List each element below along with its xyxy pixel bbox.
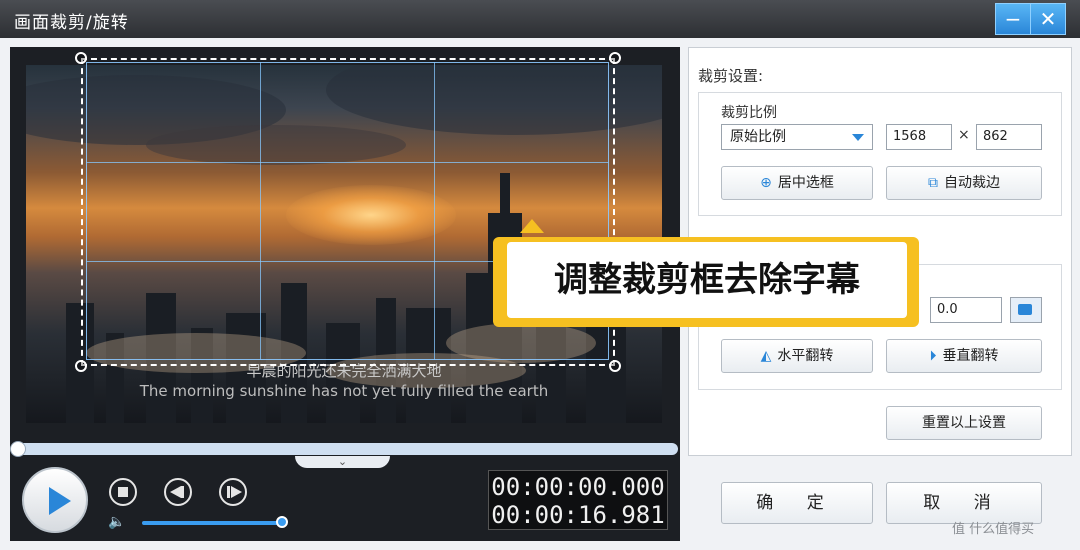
- auto-crop-button[interactable]: ⧉ 自动裁边: [886, 166, 1042, 200]
- volume-icon[interactable]: 🔈: [108, 514, 125, 530]
- crop-handle-top-right[interactable]: [609, 52, 621, 64]
- total-time: 00:00:16.981: [491, 501, 665, 529]
- vertical-flip-button[interactable]: ⏵ 垂直翻转: [886, 339, 1042, 373]
- crop-handle-top-left[interactable]: [75, 52, 87, 64]
- reset-settings-button[interactable]: 重置以上设置: [886, 406, 1042, 440]
- horizontal-flip-button[interactable]: ◭ 水平翻转: [721, 339, 873, 373]
- crop-ratio-select[interactable]: 原始比例: [721, 124, 873, 150]
- vertical-flip-label: 垂直翻转: [942, 348, 999, 364]
- crop-icon: ⧉: [928, 175, 938, 191]
- play-icon: [49, 487, 71, 515]
- crop-grid-line: [434, 62, 435, 360]
- crop-grid-line: [86, 162, 609, 163]
- current-time: 00:00:00.000: [491, 473, 665, 501]
- crop-section-title: 裁剪设置:: [698, 67, 764, 85]
- flip-vertical-icon: ⏵: [929, 348, 937, 364]
- stop-icon: [118, 487, 128, 497]
- callout-text: 调整裁剪框去除字幕: [507, 242, 907, 318]
- ok-button[interactable]: 确 定: [721, 482, 873, 524]
- center-frame-label: 居中选框: [777, 175, 834, 191]
- rotate-icon: [1018, 304, 1032, 315]
- dropdown-arrow-icon: [852, 134, 864, 141]
- window-title: 画面裁剪/旋转: [14, 13, 129, 33]
- crop-handle-bottom-right[interactable]: [609, 360, 621, 372]
- stop-button[interactable]: [109, 478, 137, 506]
- crop-handle-bottom-left[interactable]: [75, 360, 87, 372]
- volume-slider[interactable]: [142, 521, 282, 525]
- seek-knob[interactable]: [10, 441, 26, 457]
- subtitle-english: The morning sunshine has not yet fully f…: [139, 382, 549, 400]
- close-button[interactable]: ✕: [1030, 3, 1066, 35]
- callout-pointer: [520, 219, 544, 233]
- rotate-button[interactable]: [1010, 297, 1042, 323]
- crop-grid-line: [260, 62, 261, 360]
- crop-ratio-value: 原始比例: [730, 129, 786, 145]
- crop-ratio-label: 裁剪比例: [721, 105, 777, 121]
- flip-horizontal-icon: ◭: [760, 348, 772, 364]
- step-back-icon: [170, 486, 181, 498]
- crop-width-input[interactable]: 1568: [886, 124, 952, 150]
- auto-crop-label: 自动裁边: [944, 175, 1000, 191]
- volume-knob[interactable]: [276, 516, 288, 528]
- seek-bar[interactable]: [12, 443, 678, 455]
- collapse-toggle[interactable]: ⌄: [295, 456, 390, 468]
- minimize-button[interactable]: −: [995, 3, 1031, 35]
- center-frame-button[interactable]: ⊕ 居中选框: [721, 166, 873, 200]
- step-forward-icon: [231, 486, 242, 498]
- center-icon: ⊕: [760, 175, 772, 191]
- play-button[interactable]: [22, 467, 88, 533]
- rotate-angle-input[interactable]: 0.0: [930, 297, 1002, 323]
- horizontal-flip-label: 水平翻转: [777, 348, 834, 364]
- watermark: 值 什么值得买: [952, 522, 1035, 537]
- previous-frame-button[interactable]: [164, 478, 192, 506]
- times-sign: ×: [958, 127, 970, 143]
- title-bar: 画面裁剪/旋转 − ✕: [0, 0, 1080, 38]
- next-frame-button[interactable]: [219, 478, 247, 506]
- crop-height-input[interactable]: 862: [976, 124, 1042, 150]
- timecode-display: 00:00:00.000 00:00:16.981: [488, 470, 668, 530]
